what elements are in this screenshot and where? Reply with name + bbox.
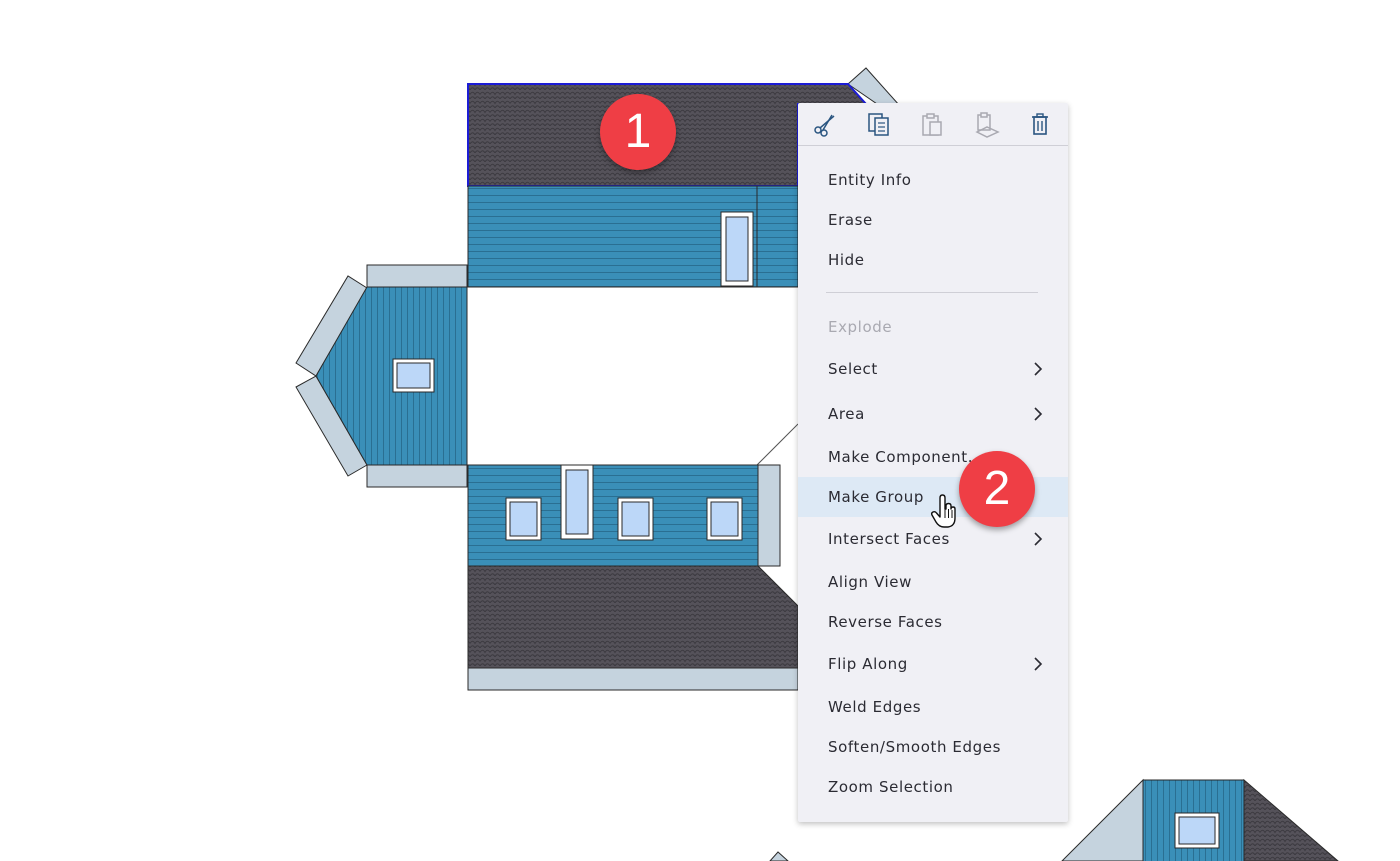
chevron-right-icon (1034, 407, 1043, 421)
context-toolbar (798, 103, 1068, 146)
menu-item-align-view[interactable]: Align View (798, 562, 1068, 602)
menu-item-flip-along[interactable]: Flip Along (798, 644, 1068, 684)
hand-cursor-icon (930, 494, 956, 528)
chevron-right-icon (1034, 362, 1043, 376)
window-gable (396, 362, 431, 389)
chevron-right-icon (1034, 657, 1043, 671)
chevron-right-icon (1034, 532, 1043, 546)
menu-item-hide[interactable]: Hide (798, 240, 1068, 280)
menu-item-select-label: Select (828, 360, 878, 378)
menu-item-soften-smooth-edges[interactable]: Soften/Smooth Edges (798, 727, 1068, 767)
menu-item-reverse-faces[interactable]: Reverse Faces (798, 602, 1068, 642)
paste-button[interactable] (917, 109, 947, 139)
menu-separator (826, 292, 1038, 293)
paste-in-place-button[interactable] (971, 109, 1001, 139)
menu-item-select[interactable]: Select (798, 349, 1068, 389)
trash-icon (1032, 113, 1048, 135)
delete-button[interactable] (1025, 109, 1055, 139)
paste-in-place-icon (975, 112, 1000, 138)
copy-icon (868, 113, 889, 136)
menu-item-area-label: Area (828, 405, 865, 423)
step-badge-1: 1 (600, 94, 676, 170)
scissors-icon (814, 114, 835, 137)
paste-icon (922, 113, 942, 136)
menu-item-weld-edges[interactable]: Weld Edges (798, 687, 1068, 727)
menu-item-flip-along-label: Flip Along (828, 655, 908, 673)
step-badge-2: 2 (959, 451, 1035, 527)
menu-item-erase[interactable]: Erase (798, 200, 1068, 240)
menu-item-zoom-selection[interactable]: Zoom Selection (798, 767, 1068, 807)
model-canvas[interactable] (0, 0, 1400, 861)
menu-item-explode: Explode (828, 318, 893, 336)
cut-button[interactable] (810, 109, 840, 139)
menu-item-area[interactable]: Area (798, 394, 1068, 434)
context-menu: Entity Info Erase Hide Explode Select Ar… (798, 103, 1068, 822)
roof-panel-bottom (467, 565, 799, 669)
menu-item-entity-info[interactable]: Entity Info (798, 160, 1068, 200)
copy-button[interactable] (864, 109, 894, 139)
